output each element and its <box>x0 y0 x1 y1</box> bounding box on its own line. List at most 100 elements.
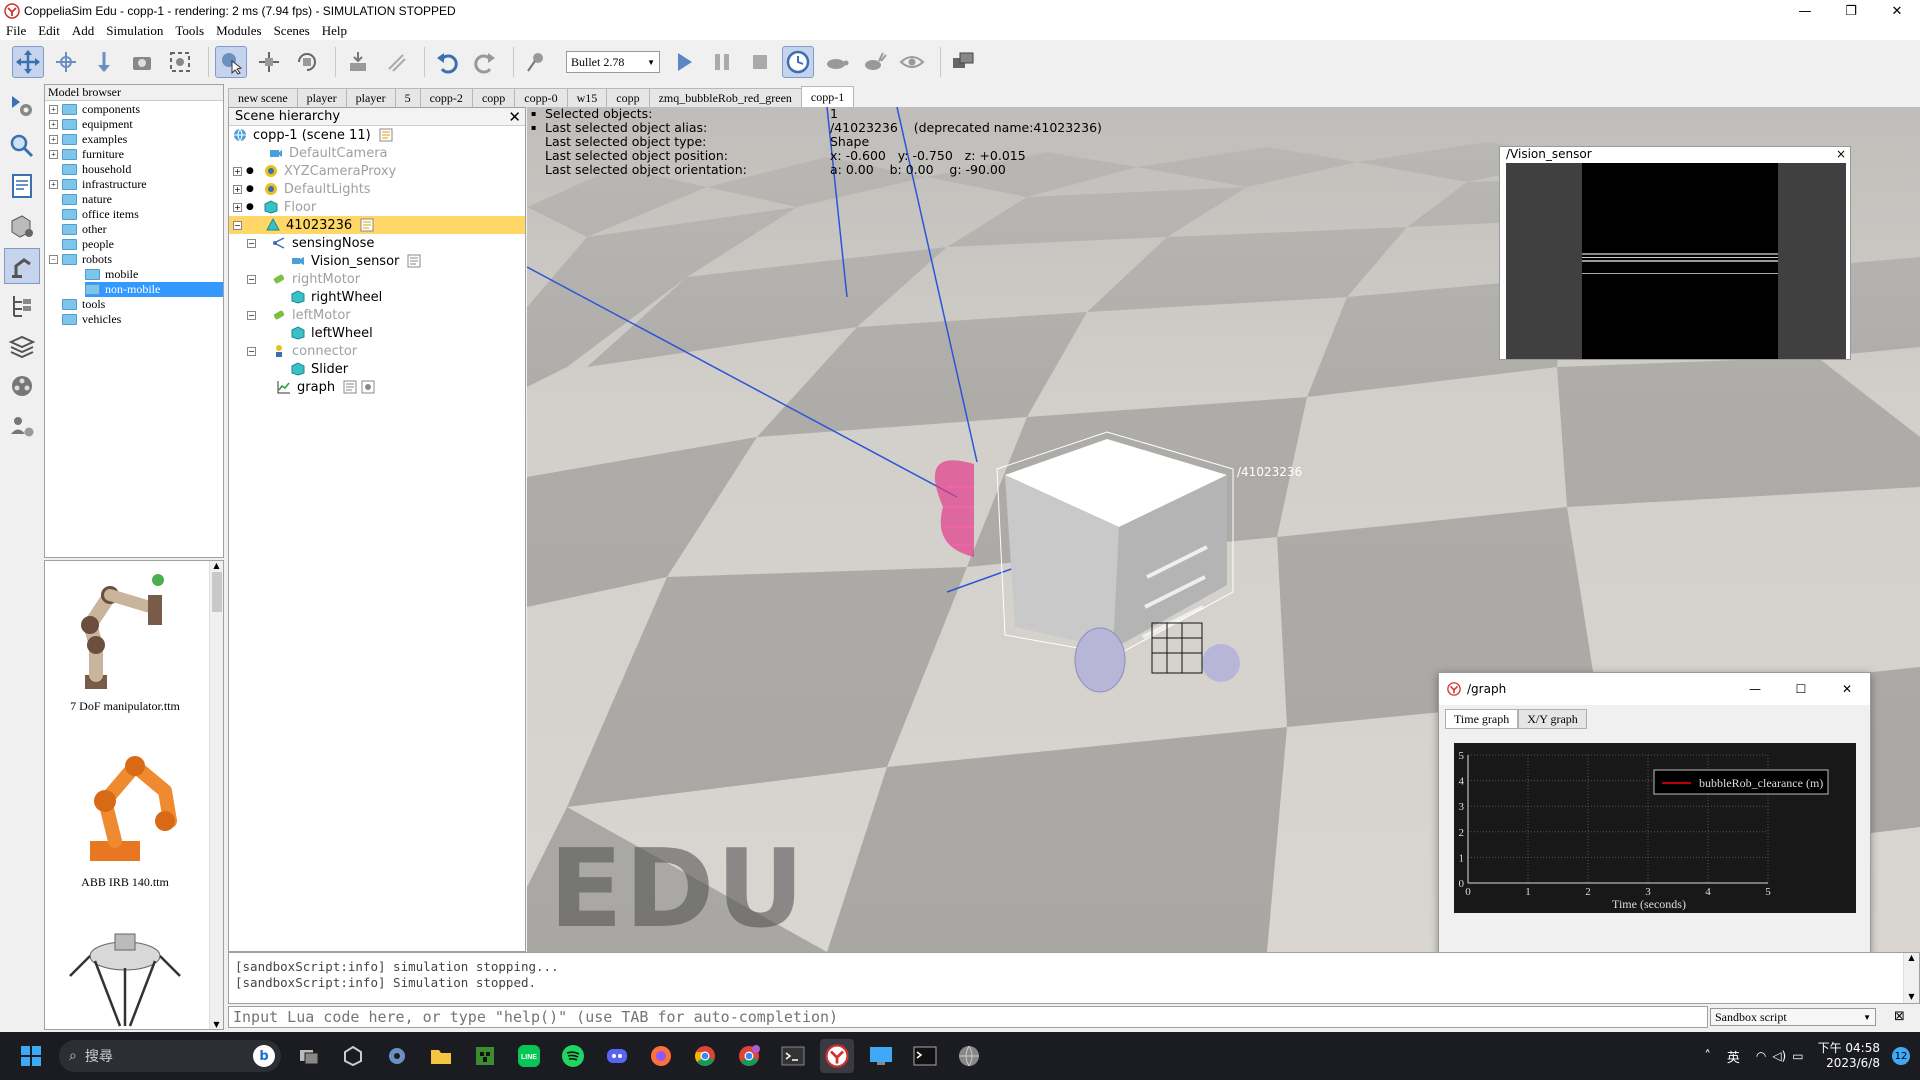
stop-simulation-button[interactable] <box>744 46 776 78</box>
camera-pan-button[interactable] <box>12 46 44 78</box>
model-folder-mobile[interactable]: mobile <box>45 267 223 282</box>
hierarchy-item-sensingnose[interactable]: − sensingNose <box>229 234 525 252</box>
battery-icon[interactable]: ▭ <box>1792 1049 1803 1063</box>
chrome-profile-app-icon[interactable] <box>732 1039 766 1073</box>
scene-hierarchy-toggle-button[interactable] <box>4 288 40 324</box>
collapse-icon[interactable]: ▪ <box>531 121 536 135</box>
object-rotate-button[interactable] <box>291 46 323 78</box>
script-page-icon[interactable] <box>407 254 421 268</box>
scene-pages-button[interactable] <box>947 46 979 78</box>
taskbar-search-box[interactable]: ⌕ 搜尋 b <box>59 1040 281 1072</box>
model-thumbnail-7dof[interactable]: 7 DoF manipulator.ttm <box>45 565 205 714</box>
fit-to-view-button[interactable] <box>164 46 196 78</box>
hierarchy-item-rightmotor[interactable]: − rightMotor <box>229 270 525 288</box>
collapse-icon[interactable]: − <box>233 220 242 230</box>
script-selector[interactable]: Sandbox script ▼ <box>1710 1008 1876 1026</box>
thumbnail-scrollbar[interactable]: ▲ ▼ <box>209 561 223 1029</box>
model-folder-vehicles[interactable]: vehicles <box>45 312 223 327</box>
remote-desktop-icon[interactable] <box>864 1039 898 1073</box>
sphere-app-icon[interactable] <box>952 1039 986 1073</box>
chrome-app-icon[interactable] <box>688 1039 722 1073</box>
hierarchy-item-slider[interactable]: Slider <box>229 360 525 378</box>
model-folder-robots[interactable]: − robots <box>45 252 223 267</box>
notification-badge[interactable]: 12 <box>1892 1047 1910 1065</box>
simulation-settings-button[interactable] <box>4 88 40 124</box>
start-simulation-button[interactable] <box>668 46 700 78</box>
object-shift-button[interactable] <box>253 46 285 78</box>
settings-app-icon[interactable] <box>380 1039 414 1073</box>
model-folder-infrastructure[interactable]: + infrastructure <box>45 177 223 192</box>
model-folder-nature[interactable]: nature <box>45 192 223 207</box>
close-button[interactable]: ✕ <box>1874 0 1920 22</box>
hierarchy-item-connector[interactable]: − connector <box>229 342 525 360</box>
lua-command-input[interactable] <box>228 1006 1708 1028</box>
scroll-up-icon[interactable]: ▲ <box>210 561 223 570</box>
menu-modules[interactable]: Modules <box>216 23 262 39</box>
close-icon[interactable]: ✕ <box>508 108 521 126</box>
minecraft-app-icon[interactable] <box>468 1039 502 1073</box>
scene-tab[interactable]: copp <box>606 88 650 108</box>
layers-button[interactable] <box>4 328 40 364</box>
camera-shift-button[interactable] <box>88 46 120 78</box>
expand-icon[interactable]: + <box>233 202 242 212</box>
menu-add[interactable]: Add <box>72 23 94 39</box>
command-prompt-icon[interactable] <box>908 1039 942 1073</box>
customization-script-icon[interactable] <box>361 380 375 394</box>
shape-edit-button[interactable] <box>4 208 40 244</box>
collapse-icon[interactable]: − <box>247 274 256 284</box>
slow-down-button[interactable] <box>820 46 852 78</box>
model-folder-furniture[interactable]: + furniture <box>45 147 223 162</box>
clear-console-icon[interactable]: ⊠ <box>1894 1009 1905 1024</box>
expand-icon[interactable]: + <box>49 180 58 189</box>
speed-up-button[interactable] <box>858 46 890 78</box>
menu-scenes[interactable]: Scenes <box>274 23 310 39</box>
hierarchy-item-defaultlights[interactable]: + ● DefaultLights <box>229 180 525 198</box>
model-folder-components[interactable]: + components <box>45 102 223 117</box>
user-settings-button[interactable] <box>4 408 40 444</box>
hierarchy-item-rightwheel[interactable]: rightWheel <box>229 288 525 306</box>
camera-zoom-button[interactable] <box>126 46 158 78</box>
close-button[interactable]: ✕ <box>1824 673 1870 705</box>
visualization-toggle-button[interactable] <box>896 46 928 78</box>
hierarchy-item-leftwheel[interactable]: leftWheel <box>229 324 525 342</box>
hierarchy-item-xyzcameraproxy[interactable]: + ● XYZCameraProxy <box>229 162 525 180</box>
hierarchy-item-defaultcamera[interactable]: DefaultCamera <box>229 144 525 162</box>
expand-icon[interactable]: + <box>233 166 242 176</box>
camera-rotate-button[interactable] <box>50 46 82 78</box>
script-page-icon[interactable] <box>360 218 374 232</box>
speaker-icon[interactable]: ◁) <box>1772 1049 1786 1063</box>
scripts-button[interactable] <box>4 168 40 204</box>
scene-tab[interactable]: 5 <box>394 88 421 108</box>
assemble-button[interactable] <box>342 46 374 78</box>
spotify-app-icon[interactable] <box>556 1039 590 1073</box>
hierarchy-item-vision-sensor[interactable]: Vision_sensor <box>229 252 525 270</box>
collapse-icon[interactable]: − <box>247 238 256 248</box>
model-folder-office-items[interactable]: office items <box>45 207 223 222</box>
line-app-icon[interactable]: LINE <box>512 1039 546 1073</box>
pause-simulation-button[interactable] <box>706 46 738 78</box>
expand-icon[interactable]: + <box>49 135 58 144</box>
menu-tools[interactable]: Tools <box>175 23 204 39</box>
collapse-icon[interactable]: − <box>247 310 256 320</box>
model-browser-toggle-button[interactable] <box>4 248 40 284</box>
film-button[interactable] <box>4 368 40 404</box>
minimize-button[interactable]: — <box>1732 673 1778 705</box>
hierarchy-item-leftmotor[interactable]: − leftMotor <box>229 306 525 324</box>
transfer-dna-button[interactable] <box>380 46 412 78</box>
maximize-button[interactable]: ❐ <box>1828 0 1874 22</box>
collapse-icon[interactable]: − <box>49 255 58 264</box>
file-explorer-icon[interactable] <box>424 1039 458 1073</box>
unity-app-icon[interactable] <box>336 1039 370 1073</box>
scene-tab[interactable]: player <box>345 88 396 108</box>
input-language-indicator[interactable]: 英 <box>1727 1047 1740 1066</box>
scene-tab[interactable]: zmq_bubbleRob_red_green <box>648 88 802 108</box>
model-folder-other[interactable]: other <box>45 222 223 237</box>
terminal-app-icon[interactable] <box>776 1039 810 1073</box>
menu-simulation[interactable]: Simulation <box>106 23 163 39</box>
collapse-icon[interactable]: ▪ <box>531 107 536 121</box>
model-thumbnail-delta-robot[interactable] <box>45 916 205 1029</box>
scene-tab[interactable]: new scene <box>228 88 298 108</box>
scene-tab-active[interactable]: copp-1 <box>800 86 855 108</box>
dynamics-settings-button[interactable] <box>520 46 552 78</box>
scroll-down-icon[interactable]: ▼ <box>1904 992 1919 1001</box>
